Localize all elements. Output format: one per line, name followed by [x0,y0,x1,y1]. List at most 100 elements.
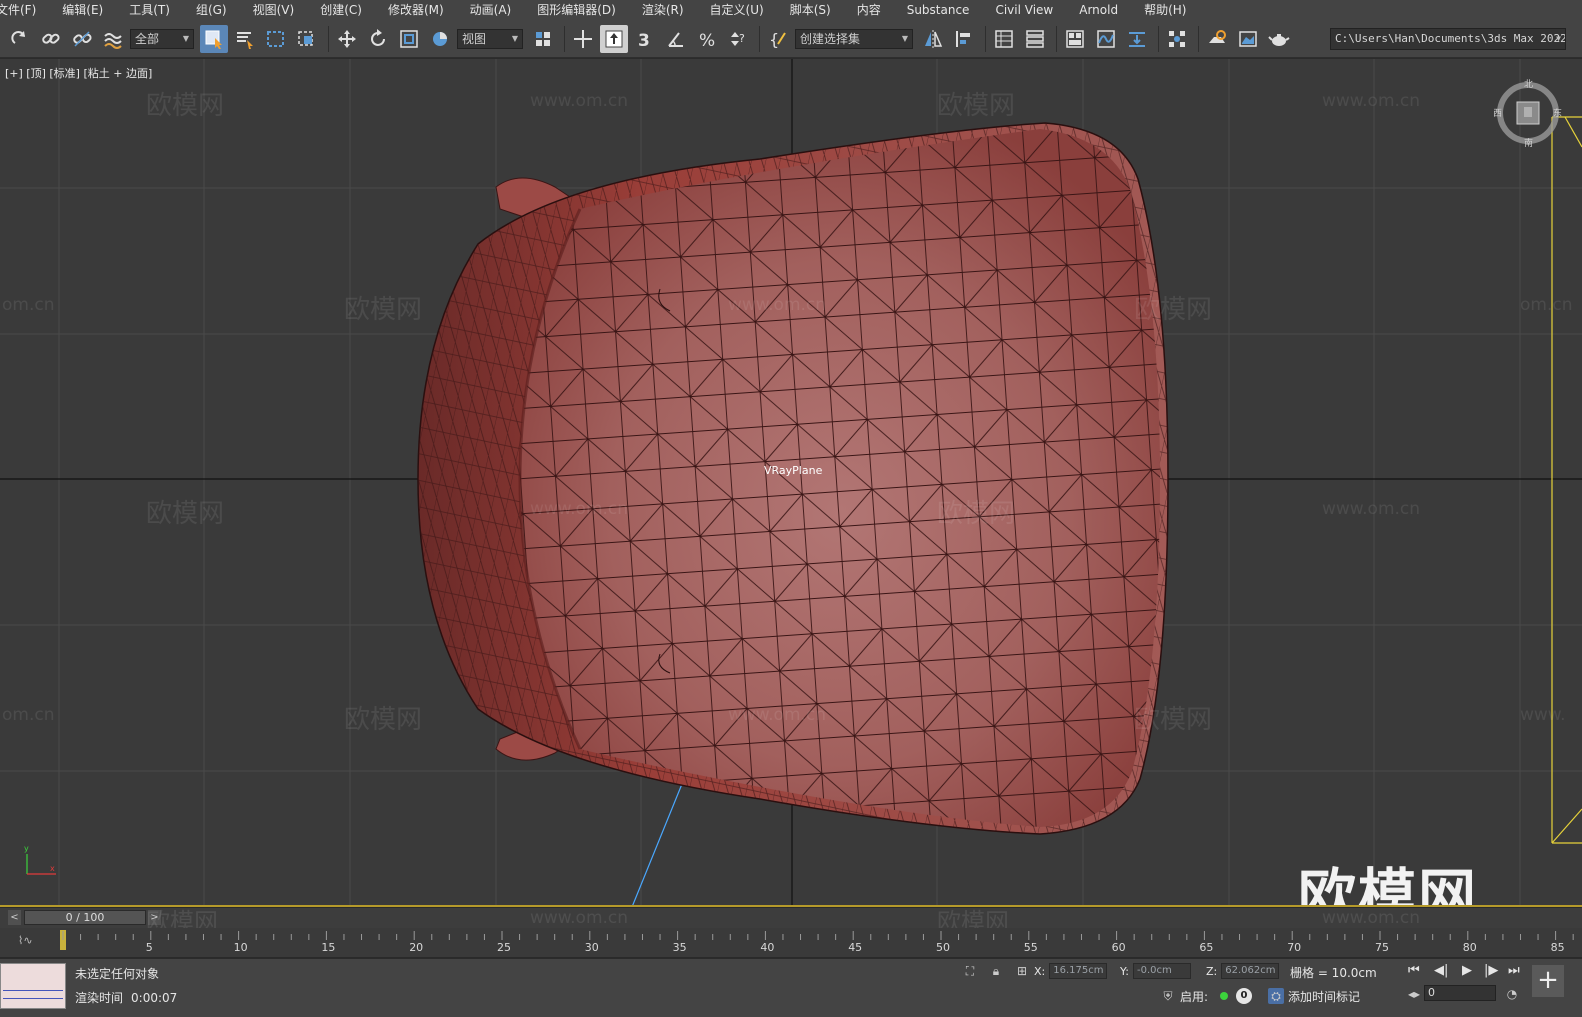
mirror-icon [925,29,943,48]
material-editor-button[interactable] [1163,25,1191,53]
window-crossing-button[interactable] [293,25,321,53]
listener-line [3,990,63,991]
percent-snap-toggle[interactable]: % [693,25,721,53]
viewport-canvas: y x [0,59,1582,905]
frame-nav-icon[interactable]: ◂▸ [1406,986,1422,1002]
status-message: 未选定任何对象 [75,967,160,981]
link-button[interactable] [37,25,65,53]
named-selection-set-dropdown[interactable]: 创建选择集 ▼ [795,28,913,49]
select-object-button[interactable] [200,24,228,53]
prev-frame-button[interactable]: ◀︎| [1434,963,1448,978]
toolbar-separator [564,25,565,52]
menu-item[interactable]: 修改器(M) [375,0,457,20]
menu-item[interactable]: Arnold [1066,0,1131,20]
menu-item[interactable]: 图形编辑器(D) [524,0,629,20]
track-tick-label: 25 [497,941,511,954]
dropdown-arrow-icon: ▼ [901,34,908,43]
move-button[interactable] [333,25,361,53]
toolbar-separator [759,25,760,52]
rotate-button[interactable] [364,25,392,53]
snaps-toggle[interactable]: 3 [631,25,659,53]
reference-coordinate-value: 视图 [462,32,487,46]
track-tick-label: 75 [1375,941,1389,954]
play-button[interactable]: ▶ [1462,963,1472,978]
lock-icon[interactable]: 🔒︎ [988,963,1004,979]
menu-item[interactable]: 创建(C) [307,0,375,20]
scene-explorer-button[interactable] [990,25,1018,53]
track-tick-label: 30 [585,941,599,954]
adaptive-degradation-icon[interactable]: ⛨ [1160,988,1176,1004]
axis-x-label: x [50,864,55,873]
goto-start-button[interactable]: ⏮ [1408,963,1420,978]
spinner-snap-toggle[interactable]: ? [724,25,752,53]
track-bar[interactable]: ⌇∿ 5 10 15 20 25 30 35 40 45 50 55 60 65 70 75 80 85 [0,928,1582,958]
select-by-name-button[interactable] [231,25,259,53]
menu-item[interactable]: 脚本(S) [777,0,844,20]
maxscript-listener[interactable] [0,963,66,1009]
scale-button[interactable] [395,25,423,53]
menu-item[interactable]: 工具(T) [116,0,183,20]
reference-coordinate-dropdown[interactable]: 视图 ▼ [457,28,523,49]
placement-button[interactable] [426,25,454,53]
track-ticks: 5 10 15 20 25 30 35 40 45 50 55 60 65 70 75 80 85 [60,930,1574,954]
create-button[interactable]: + [1532,965,1564,997]
watermark: 欧模网 [1134,295,1213,325]
current-frame-input[interactable]: 0 [1424,985,1496,1001]
time-slider-prev-button[interactable]: < [8,910,21,925]
menu-item[interactable]: 动画(A) [457,0,525,20]
ribbon-toggle-button[interactable] [1061,25,1089,53]
layer-explorer-button[interactable] [1021,25,1049,53]
menu-item[interactable]: 内容 [844,0,894,20]
coord-z-input[interactable]: 62.062cm [1221,963,1280,979]
time-tag-icon[interactable]: ⛭ [1268,988,1284,1004]
bind-spacewarp-button[interactable] [99,25,127,53]
add-time-tag-button[interactable]: 添加时间标记 [1288,988,1360,1005]
menu-item[interactable]: 帮助(H) [1131,0,1199,20]
coord-y-label: Y: [1120,964,1129,978]
align-button[interactable] [950,25,978,53]
menu-item[interactable]: Civil View [982,0,1066,20]
select-manipulate-button[interactable] [569,25,597,53]
render-setup-button[interactable] [1203,25,1231,53]
watermark: 欧模网 [937,499,1016,529]
coord-x-input[interactable]: 16.175cm [1049,963,1108,979]
project-path-dropdown[interactable]: C:\Users\Han\Documents\3ds Max 2022 ▼ [1330,28,1566,50]
menu-item[interactable]: 组(G) [183,0,240,20]
select-cursor-icon [205,30,222,49]
curve-editor-button[interactable] [1092,25,1120,53]
next-frame-button[interactable]: |▶︎ [1484,963,1498,978]
selection-filter-dropdown[interactable]: 全部 ▼ [130,28,194,49]
render-production-button[interactable] [1265,25,1293,53]
viewport-label[interactable]: [+] [顶] [标准] [粘土 + 边面] [5,65,152,81]
angle-snap-toggle[interactable] [662,25,690,53]
watermark-url: www.om.cn [530,91,629,111]
schematic-view-button[interactable] [1123,25,1151,53]
menu-item[interactable]: 视图(V) [240,0,308,20]
curve-editor-icon [1097,29,1115,48]
isolate-icon[interactable]: ⛶ [962,963,978,979]
menu-item[interactable]: 渲染(R) [629,0,697,20]
track-tick-label: 10 [234,941,248,954]
viewport-top[interactable]: y x [+] [顶] [标准] [粘土 + 边面] 欧模网 www.om.cn… [0,59,1582,907]
track-tick-label: 40 [760,941,774,954]
rectangular-selection-button[interactable] [262,25,290,53]
menu-bar: 文件(F) 编辑(E) 工具(T) 组(G) 视图(V) 创建(C) 修改器(M) 动画(A)… [0,0,1582,20]
menu-item[interactable]: 自定义(U) [697,0,777,20]
menu-item[interactable]: 编辑(E) [49,0,116,20]
absolute-mode-icon[interactable]: ⊞ [1014,963,1030,979]
coord-y-input[interactable]: -0.0cm [1132,963,1191,979]
menu-item[interactable]: Substance [894,0,983,20]
time-config-icon[interactable]: ◔ [1504,986,1520,1002]
unlink-button[interactable] [68,25,96,53]
keyboard-shortcut-toggle[interactable] [600,24,628,53]
time-slider-thumb[interactable]: 0 / 100 [24,910,146,925]
edit-named-selection-button[interactable]: { [764,25,792,53]
goto-end-button[interactable]: ⏭ [1508,963,1520,978]
rendered-frame-window-button[interactable] [1234,25,1262,53]
mirror-button[interactable] [919,25,947,53]
pivot-center-button[interactable] [529,25,557,53]
redo-button[interactable] [6,25,34,53]
viewcube[interactable]: 北 南 西 东 [1493,79,1562,149]
track-tick-label: 70 [1287,941,1301,954]
menu-item[interactable]: 文件(F) [0,0,49,20]
